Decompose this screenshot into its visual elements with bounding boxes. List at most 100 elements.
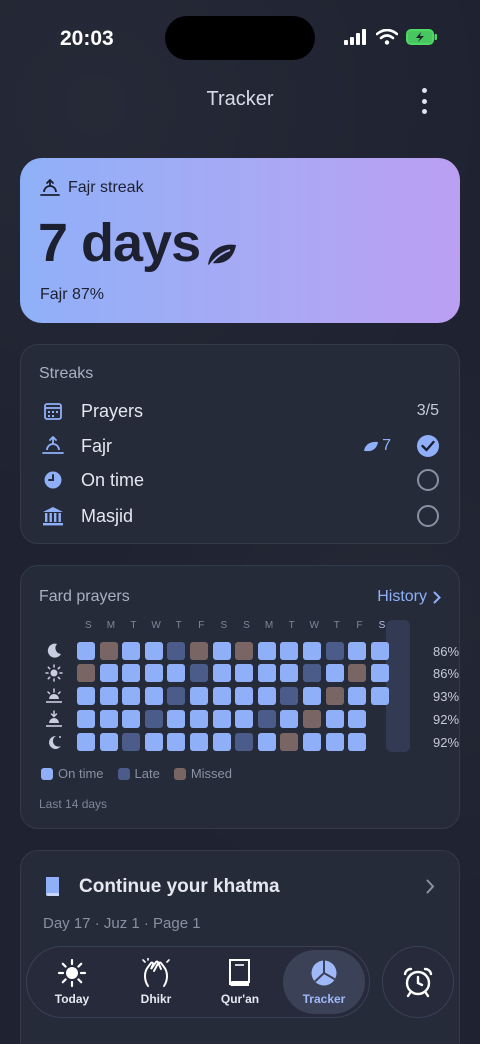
heatmap-cell	[348, 710, 367, 728]
day-label: F	[198, 620, 205, 631]
heatmap-cell	[99, 664, 118, 682]
tab-quran[interactable]: Qur'an	[199, 950, 281, 1014]
sun-icon	[57, 958, 87, 988]
heatmap-cell	[99, 710, 118, 728]
heatmap-cell	[99, 642, 118, 660]
empty-circle-icon	[417, 469, 439, 491]
heatmap-cell	[325, 687, 344, 705]
pie-chart-icon	[311, 960, 337, 986]
night-moon-icon	[49, 735, 61, 749]
heatmap-row-dhuhr	[77, 664, 393, 682]
day-label: T	[333, 620, 340, 631]
heatmap-cell	[77, 710, 95, 728]
signal-icon	[344, 29, 366, 45]
heatmap-cell	[257, 710, 276, 728]
heatmap-cell	[122, 710, 141, 728]
heatmap-cell	[302, 642, 321, 660]
tab-today[interactable]: Today	[31, 950, 113, 1014]
battery-charging-icon	[406, 29, 437, 45]
heatmap-cell	[302, 687, 321, 705]
heatmap-cell	[280, 642, 299, 660]
heatmap-row-isha	[77, 733, 393, 751]
fajr-streak-hero[interactable]: Fajr streak 7 days Fajr 87%	[20, 158, 460, 323]
day-label: T	[288, 620, 295, 631]
heatmap-cell	[167, 642, 186, 660]
heatmap-cell	[212, 687, 231, 705]
heatmap-cell	[122, 733, 141, 751]
row-percentage: 93%	[433, 689, 460, 704]
heatmap-cell	[99, 733, 118, 751]
leaf-icon	[208, 244, 237, 266]
wifi-icon	[376, 29, 398, 45]
heatmap-cell	[257, 664, 276, 682]
day-label: F	[356, 620, 363, 631]
heatmap-cell	[370, 642, 389, 660]
prayer-heatmap: S M T W T F S S M T W T F S 86% 86% 93% 92% 92%	[41, 620, 461, 760]
tab-dhikr[interactable]: Dhikr	[115, 950, 197, 1014]
heatmap-cell	[99, 687, 118, 705]
mosque-icon	[41, 504, 65, 528]
sunrise-icon	[40, 178, 60, 196]
streak-row-on-time[interactable]: On time	[41, 465, 439, 495]
day-labels: SMTWTFSSMTWTFS	[77, 620, 393, 631]
tab-tracker[interactable]: Tracker	[283, 950, 365, 1014]
heatmap-cell	[122, 642, 141, 660]
heatmap-cell	[167, 733, 186, 751]
heatmap-cell	[302, 733, 321, 751]
status-time: 20:03	[60, 27, 114, 50]
checkmark-icon	[417, 435, 439, 457]
heatmap-cell	[77, 733, 95, 751]
heatmap-cell	[280, 687, 299, 705]
calendar-icon	[41, 399, 65, 423]
more-menu-button[interactable]	[412, 86, 436, 116]
streak-row-masjid[interactable]: Masjid	[41, 501, 439, 531]
streak-row-prayers[interactable]: Prayers 3/5	[41, 396, 439, 426]
clock-icon	[41, 468, 65, 492]
heatmap-cell	[235, 710, 254, 728]
heatmap-cell	[189, 664, 208, 682]
heatmap-cell	[348, 664, 367, 682]
leaf-icon	[364, 441, 379, 452]
heatmap-cell	[257, 733, 276, 751]
day-label: S	[378, 620, 386, 631]
row-percentage: 86%	[433, 644, 460, 659]
row-percentage: 86%	[433, 666, 460, 681]
khatma-title: Continue your khatma	[79, 876, 280, 897]
hero-label: Fajr streak	[68, 179, 144, 196]
day-label: M	[106, 620, 116, 631]
heatmap-cell	[167, 664, 186, 682]
heatmap-row-fajr	[77, 642, 393, 660]
tab-bar: Today Dhikr Qur'an Tracker	[26, 946, 370, 1018]
heatmap-cell	[325, 642, 344, 660]
heatmap-cell	[280, 710, 299, 728]
heatmap-cell	[348, 733, 367, 751]
alarm-clock-icon	[403, 967, 433, 998]
heatmap-cell	[189, 642, 208, 660]
heatmap-cell	[144, 733, 163, 751]
chevron-right-icon	[433, 591, 441, 603]
sundown-icon	[46, 710, 62, 727]
streaks-title: Streaks	[39, 365, 94, 382]
streak-row-fajr[interactable]: Fajr 7	[41, 431, 439, 461]
streaks-card: Streaks Prayers 3/5 Fajr 7 On time Masji…	[20, 344, 460, 544]
heatmap-cell	[235, 733, 254, 751]
fard-prayers-card: Fard prayers History S M T W T F S S M T W T F S 86% …	[20, 565, 460, 829]
sunrise-icon	[41, 434, 65, 458]
heatmap-cell	[370, 687, 389, 705]
status-icons	[344, 29, 438, 45]
day-label: S	[243, 620, 250, 631]
streak-label: On time	[81, 469, 145, 490]
heatmap-cell	[235, 664, 254, 682]
heatmap-cell	[77, 664, 95, 682]
history-link[interactable]: History	[377, 588, 441, 606]
heatmap-cell	[212, 642, 231, 660]
alarm-button[interactable]	[382, 946, 454, 1018]
heatmap-cell	[235, 642, 254, 660]
heatmap-cell	[144, 642, 163, 660]
heatmap-cell	[189, 710, 208, 728]
heatmap-cell	[212, 710, 231, 728]
heatmap-row-asr	[77, 687, 393, 705]
heatmap-cell	[325, 710, 344, 728]
heatmap-cell	[144, 664, 163, 682]
book-icon	[229, 959, 250, 987]
